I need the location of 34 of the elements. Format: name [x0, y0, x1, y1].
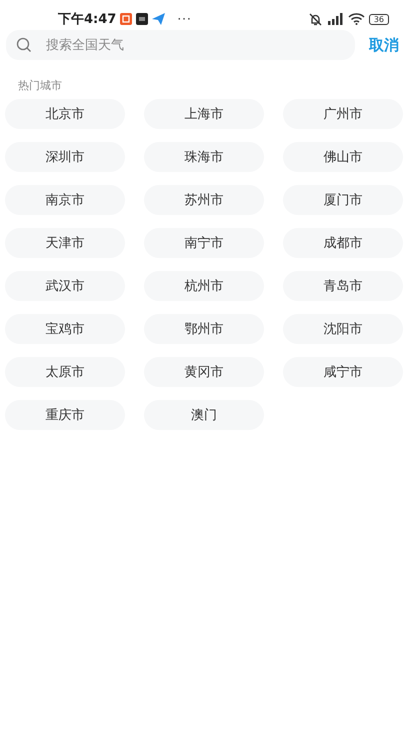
city-chip[interactable]: 深圳市: [5, 142, 125, 172]
city-chip[interactable]: 佛山市: [283, 142, 403, 172]
bell-muted-icon: [308, 12, 322, 26]
search-field[interactable]: 搜索全国天气: [6, 30, 355, 60]
city-chip[interactable]: 鄂州市: [144, 314, 264, 344]
city-chip[interactable]: 重庆市: [5, 400, 125, 430]
city-chip[interactable]: 珠海市: [144, 142, 264, 172]
city-chip[interactable]: 沈阳市: [283, 314, 403, 344]
wifi-icon: [348, 13, 365, 25]
city-chip[interactable]: 黄冈市: [144, 357, 264, 387]
battery-indicator: 36: [368, 14, 389, 24]
city-chip[interactable]: 广州市: [283, 99, 403, 129]
city-chip[interactable]: 太原市: [5, 357, 125, 387]
city-chip[interactable]: 北京市: [5, 99, 125, 129]
section-title: 热门城市: [18, 78, 63, 93]
city-chip[interactable]: 厦门市: [283, 185, 403, 215]
paper-plane-icon: [152, 13, 166, 25]
city-chip[interactable]: 咸宁市: [283, 357, 403, 387]
city-chip[interactable]: 苏州市: [144, 185, 264, 215]
signal-icon: [326, 13, 344, 25]
city-chip[interactable]: 天津市: [5, 228, 125, 258]
city-chip[interactable]: 青岛市: [283, 271, 403, 301]
more-notifications: ···: [177, 12, 192, 26]
city-chip[interactable]: 杭州市: [144, 271, 264, 301]
status-time: 下午4:47: [58, 11, 116, 28]
app-icon: [136, 13, 148, 25]
city-chip[interactable]: 上海市: [144, 99, 264, 129]
city-chip[interactable]: 南京市: [5, 185, 125, 215]
city-chip[interactable]: 南宁市: [144, 228, 264, 258]
city-chip[interactable]: 澳门: [144, 400, 264, 430]
city-chip[interactable]: 成都市: [283, 228, 403, 258]
city-chip[interactable]: 武汉市: [5, 271, 125, 301]
app-icon: [120, 13, 132, 25]
city-chip[interactable]: 宝鸡市: [5, 314, 125, 344]
